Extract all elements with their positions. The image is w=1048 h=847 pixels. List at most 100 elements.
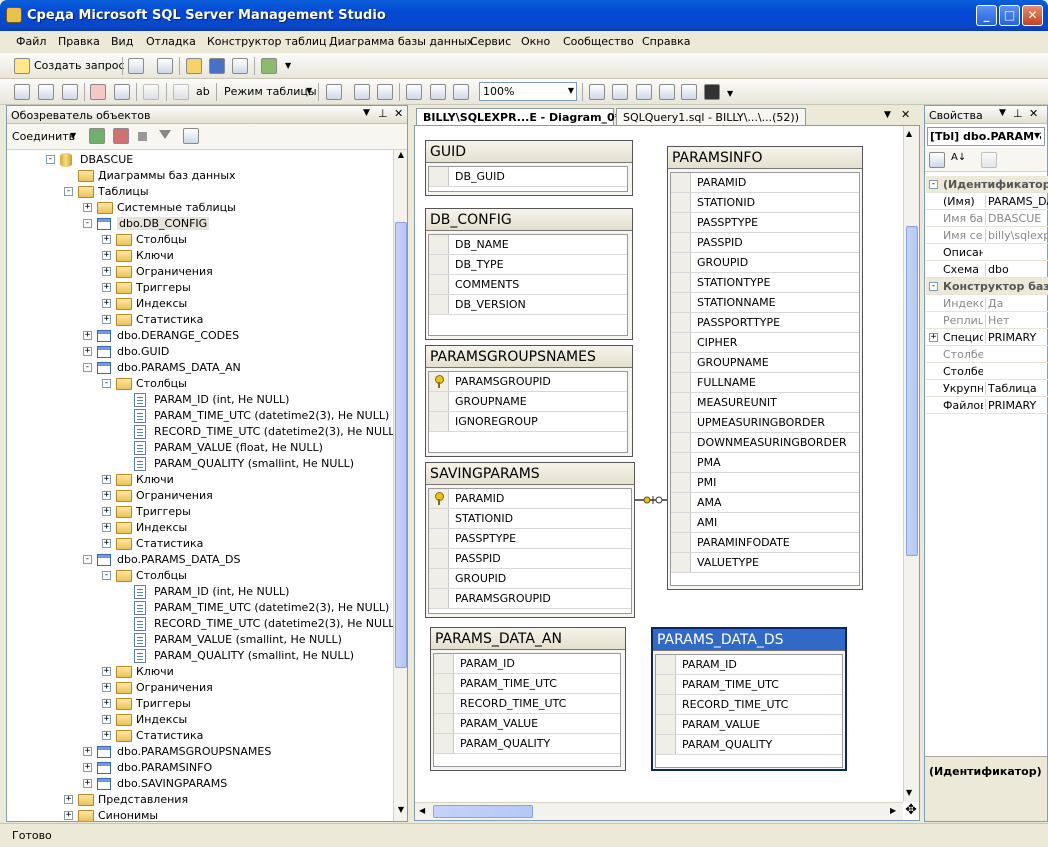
property-value[interactable]: Нет <box>985 314 1048 327</box>
row-selector[interactable] <box>671 333 691 352</box>
row-selector[interactable] <box>434 674 454 693</box>
tree-node[interactable]: + dbo.PARAMSGROUPSNAMES <box>7 744 393 760</box>
diagram-table-title[interactable]: GUID <box>426 141 632 163</box>
row-selector[interactable] <box>671 173 691 192</box>
diagram-column-row[interactable]: PASSPORTTYPE <box>671 313 859 333</box>
tree-node[interactable]: + Представления <box>7 792 393 808</box>
row-selector[interactable] <box>671 453 691 472</box>
collapse-icon[interactable]: - <box>929 180 938 189</box>
diagram-column-row[interactable]: PARAMINFODATE <box>671 533 859 553</box>
row-selector[interactable] <box>434 654 454 673</box>
expand-icon[interactable]: + <box>102 715 111 724</box>
pan-icon[interactable]: ✥ <box>903 802 919 820</box>
tree-node[interactable]: PARAM_QUALITY (smallint, Не NULL) <box>7 648 393 664</box>
row-selector[interactable] <box>656 655 676 674</box>
tree-node[interactable]: PARAM_TIME_UTC (datetime2(3), Не NULL) <box>7 408 393 424</box>
expand-icon[interactable]: + <box>102 731 111 740</box>
print-icon[interactable] <box>232 58 248 74</box>
row-selector[interactable] <box>429 549 449 568</box>
row-selector[interactable] <box>671 213 691 232</box>
collapse-icon[interactable]: - <box>102 379 111 388</box>
row-selector[interactable] <box>429 529 449 548</box>
open-folder-icon[interactable] <box>186 58 202 74</box>
fulltext-icon[interactable] <box>636 84 652 100</box>
tab-diagram[interactable]: BILLY\SQLEXPR...E - Diagram_0* <box>416 108 620 125</box>
row-selector[interactable] <box>429 569 449 588</box>
new-text-icon[interactable] <box>143 84 159 100</box>
row-selector[interactable] <box>656 695 676 714</box>
diagram-column-row[interactable]: PASSPTYPE <box>429 529 631 549</box>
add-table-icon[interactable] <box>38 84 54 100</box>
grid-icon[interactable] <box>354 84 370 100</box>
remove-icon[interactable] <box>114 84 130 100</box>
diagram-column-row[interactable]: AMI <box>671 513 859 533</box>
diagram-table-title[interactable]: PARAMS_DATA_DS <box>653 629 845 651</box>
relationship-connector[interactable] <box>633 494 669 506</box>
diagram-column-row[interactable]: PARAM_TIME_UTC <box>434 674 620 694</box>
delete-icon[interactable] <box>90 84 106 100</box>
diagram-column-row[interactable]: GROUPID <box>429 569 631 589</box>
property-value[interactable]: PRIMARY <box>985 399 1048 412</box>
property-value[interactable]: Таблица <box>985 382 1048 395</box>
table-mode-chevron-icon[interactable]: ▼ <box>306 86 312 95</box>
tab-sqlquery[interactable]: SQLQuery1.sql - BILLY\...\...(52)) <box>616 108 806 125</box>
property-value[interactable]: Да <box>985 297 1048 310</box>
property-row[interactable]: Укрупн Таблица <box>926 380 1048 397</box>
property-row[interactable]: Столбе <box>926 363 1048 380</box>
tree-node[interactable]: PARAM_TIME_UTC (datetime2(3), Не NULL) <box>7 600 393 616</box>
alphabetical-icon[interactable]: A↓ <box>951 152 966 163</box>
tree-node[interactable]: PARAM_QUALITY (smallint, Не NULL) <box>7 456 393 472</box>
tree-node[interactable]: - DBASCUE <box>7 152 393 168</box>
properties-pin-icon[interactable]: ⊥ <box>1013 107 1023 120</box>
row-selector[interactable] <box>671 273 691 292</box>
property-row[interactable]: Столбе <box>926 346 1048 363</box>
save-icon[interactable] <box>209 58 225 74</box>
property-row[interactable]: Описан <box>926 244 1048 261</box>
row-selector[interactable] <box>434 694 454 713</box>
row-selector[interactable] <box>429 275 449 294</box>
row-selector[interactable] <box>671 433 691 452</box>
tree-node[interactable]: PARAM_VALUE (smallint, Не NULL) <box>7 632 393 648</box>
diagram-column-row[interactable]: PMI <box>671 473 859 493</box>
tree-node[interactable]: + Индексы <box>7 520 393 536</box>
tree-node[interactable]: + dbo.DERANGE_CODES <box>7 328 393 344</box>
tree-node[interactable]: Диаграммы баз данных <box>7 168 393 184</box>
row-selector[interactable] <box>671 553 691 572</box>
fit-icon[interactable] <box>430 84 446 100</box>
tree-node[interactable]: + Индексы <box>7 296 393 312</box>
page-break-icon[interactable] <box>377 84 393 100</box>
diagram-column-row[interactable]: UPMEASURINGBORDER <box>671 413 859 433</box>
tree-node[interactable]: PARAM_VALUE (float, Не NULL) <box>7 440 393 456</box>
tree-node[interactable]: + dbo.PARAMSINFO <box>7 760 393 776</box>
tree-node[interactable]: - Таблицы <box>7 184 393 200</box>
diagram-table[interactable]: DB_CONFIG DB_NAME DB_TYPE COMMENTS DB_VERSIO… <box>425 208 633 340</box>
properties-close-icon[interactable]: ✕ <box>1029 107 1038 120</box>
tree-scrollbar[interactable]: ▲ ▼ <box>393 150 407 821</box>
property-row[interactable]: Имя базDBASCUE <box>926 210 1048 227</box>
arrange-icon[interactable] <box>173 84 189 100</box>
diagram-scroll-up-icon[interactable]: ▲ <box>906 129 912 138</box>
row-selector[interactable] <box>656 715 676 734</box>
row-selector[interactable] <box>434 734 454 753</box>
tree-node[interactable]: + Ключи <box>7 248 393 264</box>
row-selector[interactable] <box>656 735 676 754</box>
menu-item-3[interactable]: Отладка <box>146 35 196 48</box>
tree-node[interactable]: + Ключи <box>7 664 393 680</box>
expand-icon[interactable]: + <box>929 333 938 342</box>
diagram-column-row[interactable]: CIPHER <box>671 333 859 353</box>
expand-icon[interactable]: + <box>102 315 111 324</box>
toolbar2-overflow-icon[interactable]: ▼ <box>727 89 733 98</box>
menu-item-1[interactable]: Правка <box>58 35 100 48</box>
expand-icon[interactable]: + <box>102 235 111 244</box>
diagram-table-title[interactable]: DB_CONFIG <box>426 209 632 231</box>
diagram-column-row[interactable]: RECORD_TIME_UTC <box>434 694 620 714</box>
diagram-column-row[interactable]: GROUPNAME <box>429 392 627 412</box>
layout-icon[interactable] <box>406 84 422 100</box>
tree-node[interactable]: + dbo.SAVINGPARAMS <box>7 776 393 792</box>
expand-icon[interactable]: + <box>102 683 111 692</box>
row-selector[interactable] <box>429 489 449 508</box>
tree-node[interactable]: + Индексы <box>7 712 393 728</box>
diagram-vscroll-thumb[interactable] <box>906 226 918 556</box>
row-selector[interactable] <box>671 293 691 312</box>
format-icon[interactable] <box>326 84 342 100</box>
